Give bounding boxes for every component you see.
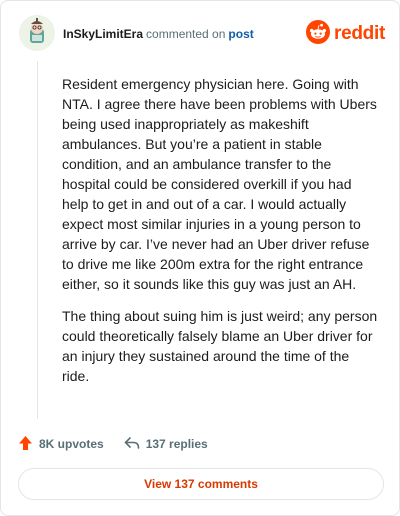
reddit-wordmark: reddit xyxy=(334,23,385,44)
comment-card: InSkyLimitEra commented on post reddit R… xyxy=(0,0,400,516)
replies-button[interactable]: 137 replies xyxy=(124,436,208,453)
replies-count: 137 replies xyxy=(145,437,208,451)
avatar[interactable] xyxy=(19,15,55,51)
comment-body: Resident emergency physician here. Going… xyxy=(62,74,380,398)
comment-action-text: commented on xyxy=(146,27,226,41)
username-link[interactable]: InSkyLimitEra xyxy=(63,27,143,41)
comment-paragraph-1: Resident emergency physician here. Going… xyxy=(62,76,377,292)
thread-line xyxy=(37,61,38,419)
reddit-snoo-icon xyxy=(306,19,331,49)
view-comments-button[interactable]: View 137 comments xyxy=(18,468,384,500)
reply-arrow-icon xyxy=(124,436,146,453)
comment-meta: InSkyLimitEra commented on post xyxy=(63,27,254,41)
post-link[interactable]: post xyxy=(228,27,253,41)
comment-actions: 8K upvotes 137 replies xyxy=(18,433,208,455)
reddit-logo[interactable]: reddit xyxy=(306,19,385,49)
comment-paragraph-2: The thing about suing him is just weird;… xyxy=(62,308,378,384)
upvote-arrow-icon xyxy=(18,435,39,454)
comment-header: InSkyLimitEra commented on post reddit xyxy=(19,15,385,55)
upvote-count: 8K upvotes xyxy=(39,437,104,451)
upvote-button[interactable]: 8K upvotes xyxy=(18,435,104,454)
